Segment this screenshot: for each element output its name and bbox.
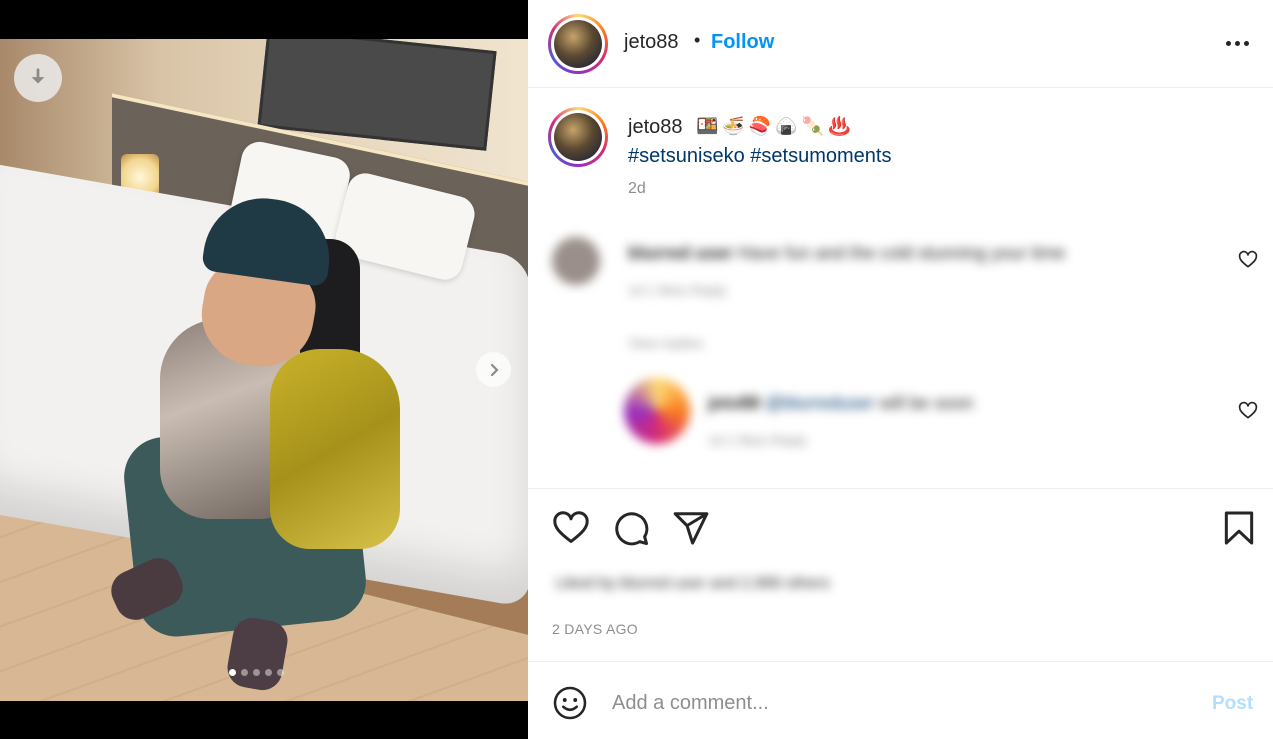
person [104, 190, 400, 694]
post-media [0, 0, 528, 739]
post-actions: Liked by blurred user and 2,968 others 2… [528, 488, 1273, 662]
carousel-dot[interactable] [277, 669, 284, 676]
caption-avatar[interactable] [548, 107, 608, 167]
comment-input[interactable] [612, 685, 1192, 721]
reply-text: jeto88 @blurreduser will be soon [708, 393, 974, 413]
post-photo[interactable] [0, 39, 528, 701]
caption-timestamp[interactable]: 2d [628, 180, 646, 198]
comment-text: blurred user Have fun and the cold stunn… [628, 243, 1066, 263]
follow-button[interactable]: Follow [711, 31, 774, 54]
heart-icon[interactable] [552, 509, 590, 547]
bookmark-icon[interactable] [1220, 509, 1258, 547]
likes-summary[interactable]: Liked by blurred user and 2,968 others [556, 575, 830, 593]
comment-avatar[interactable] [552, 237, 600, 285]
caption-username[interactable]: jeto88 [628, 116, 683, 139]
reply-like-icon[interactable] [1238, 401, 1258, 421]
post-details-panel: jeto88 • Follow jeto88 🍱🍜🍣🍙🍡♨️ #setsunis… [528, 0, 1273, 739]
comment-meta[interactable]: 1d 1 likes Reply [628, 282, 727, 298]
download-button[interactable] [14, 54, 62, 102]
comment-like-icon[interactable] [1238, 250, 1258, 270]
comment-bar: Post [528, 663, 1273, 739]
separator-dot: • [694, 30, 701, 50]
carousel-dot[interactable] [229, 669, 236, 676]
comment-icon[interactable] [612, 509, 650, 547]
next-slide-button[interactable] [476, 352, 511, 387]
carousel-dot[interactable] [241, 669, 248, 676]
more-options-icon [1225, 40, 1231, 46]
carousel-dot[interactable] [265, 669, 272, 676]
smiley-icon[interactable] [552, 685, 588, 721]
carousel-dot[interactable] [253, 669, 260, 676]
download-icon [31, 68, 45, 84]
reply-meta[interactable]: 1d 1 likes Reply [708, 432, 807, 448]
avatar[interactable] [548, 14, 608, 74]
post-date[interactable]: 2 DAYS AGO [552, 621, 638, 637]
reply-avatar[interactable] [624, 378, 690, 444]
post-button[interactable]: Post [1212, 693, 1253, 715]
send-icon[interactable] [672, 509, 710, 547]
post-header: jeto88 • Follow [528, 0, 1273, 88]
view-replies-button[interactable]: View replies [628, 335, 703, 351]
post-username[interactable]: jeto88 [624, 31, 679, 54]
chevron-right-icon [490, 363, 499, 376]
caption-emojis: 🍱🍜🍣🍙🍡♨️ [696, 116, 855, 136]
more-options-button[interactable] [1220, 30, 1254, 56]
carousel-dots [229, 669, 284, 676]
caption-hashtags[interactable]: #setsuniseko #setsumoments [628, 145, 891, 168]
